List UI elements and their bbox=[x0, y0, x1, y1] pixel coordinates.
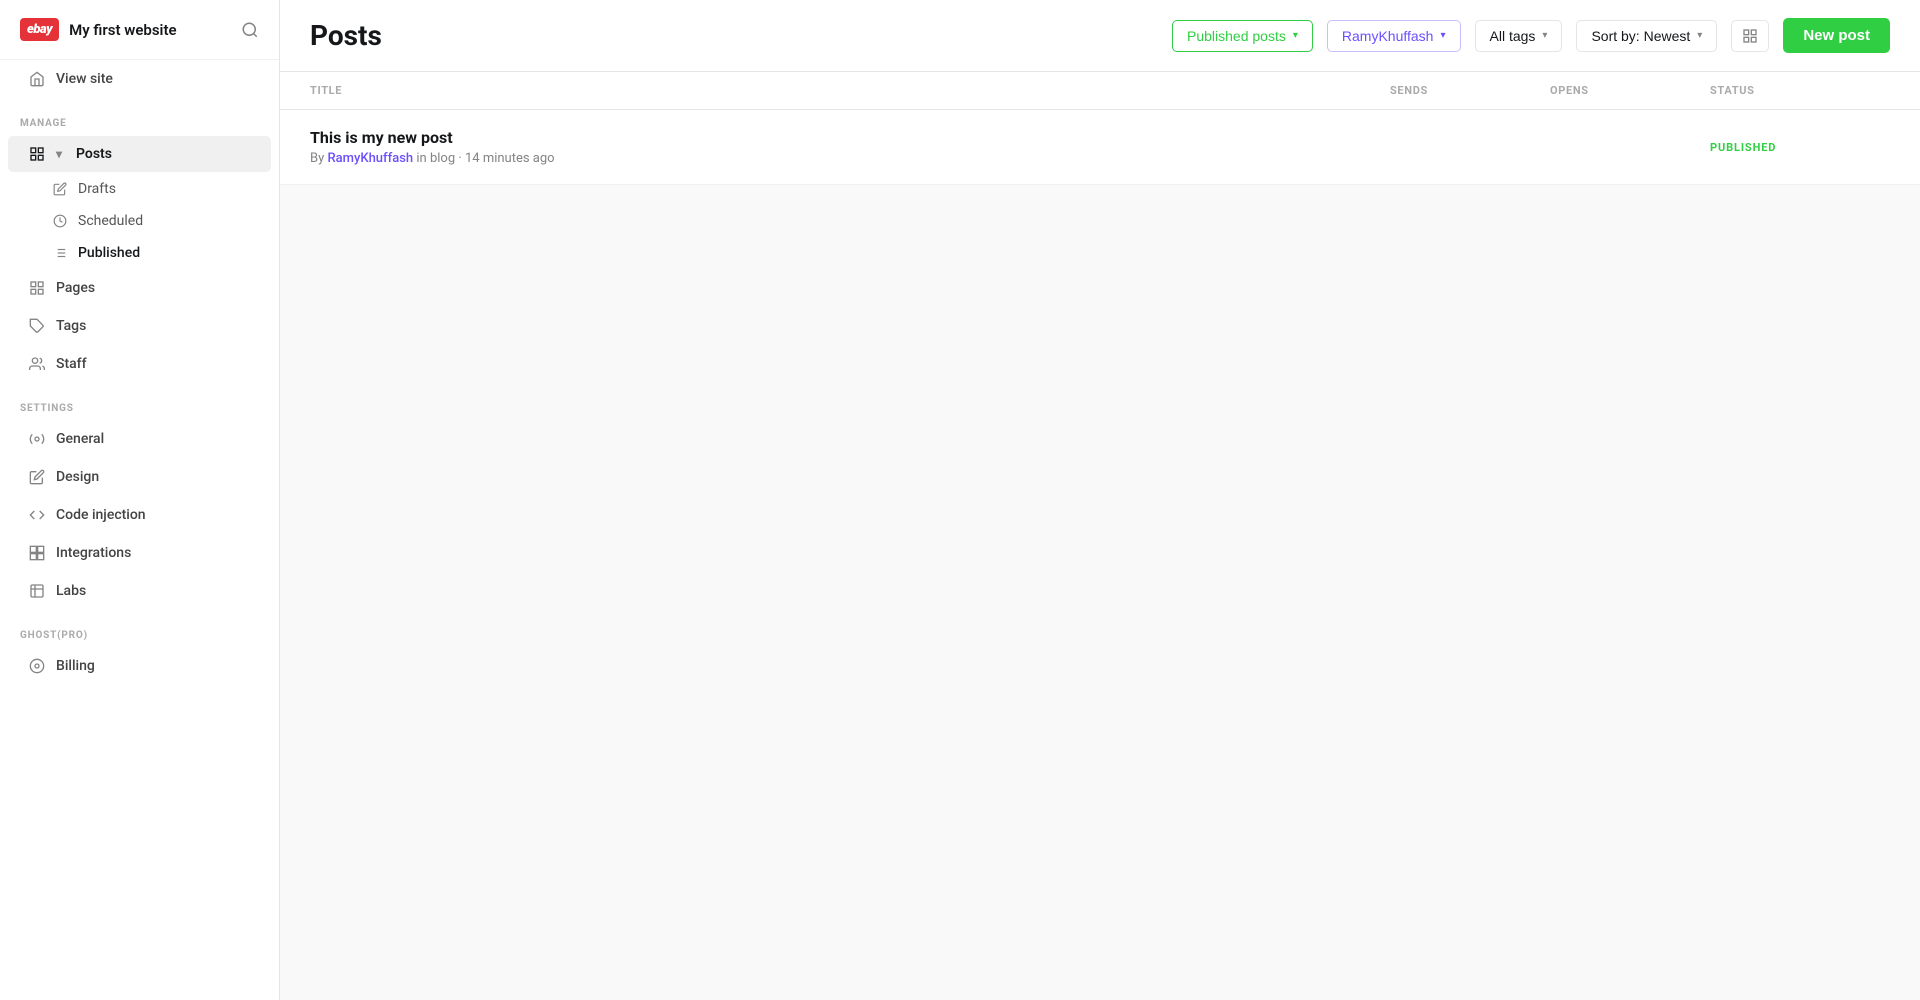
sidebar-item-label: Design bbox=[56, 469, 99, 485]
sidebar-item-label: Integrations bbox=[56, 545, 131, 561]
sidebar-item-label: Published bbox=[78, 245, 140, 261]
author-label: RamyKhuffash bbox=[1342, 28, 1434, 44]
chevron-down-icon: ▾ bbox=[1293, 30, 1298, 41]
post-info: This is my new post By RamyKhuffash in b… bbox=[310, 128, 1390, 166]
status-badge: PUBLISHED bbox=[1710, 141, 1890, 154]
manage-section-label: MANAGE bbox=[0, 98, 279, 135]
design-icon bbox=[28, 468, 46, 486]
published-icon bbox=[52, 245, 68, 261]
published-posts-filter[interactable]: Published posts ▾ bbox=[1172, 20, 1313, 52]
post-time: 14 minutes ago bbox=[465, 151, 555, 166]
sidebar-item-published[interactable]: Published bbox=[8, 238, 271, 268]
view-toggle-button[interactable] bbox=[1731, 20, 1769, 52]
pages-icon bbox=[28, 279, 46, 297]
chevron-down-icon: ▾ bbox=[1697, 30, 1702, 41]
sort-label: Sort by: Newest bbox=[1591, 28, 1690, 44]
sidebar-item-view-site[interactable]: View site bbox=[8, 61, 271, 97]
table-row[interactable]: This is my new post By RamyKhuffash in b… bbox=[280, 110, 1920, 185]
sidebar-item-scheduled[interactable]: Scheduled bbox=[8, 206, 271, 236]
page-title: Posts bbox=[310, 19, 1158, 52]
tags-label: All tags bbox=[1490, 28, 1536, 44]
search-button[interactable] bbox=[241, 21, 259, 39]
post-category: blog bbox=[430, 151, 455, 166]
col-opens: OPENS bbox=[1550, 84, 1710, 97]
sidebar-item-integrations[interactable]: Integrations bbox=[8, 535, 271, 571]
sidebar-item-posts[interactable]: ▾ Posts bbox=[8, 136, 271, 172]
col-sends: SENDS bbox=[1390, 84, 1550, 97]
sidebar-item-pages[interactable]: Pages bbox=[8, 270, 271, 306]
sidebar-item-label: View site bbox=[56, 71, 113, 87]
sidebar-item-label: Billing bbox=[56, 658, 95, 674]
integrations-icon bbox=[28, 544, 46, 562]
home-icon bbox=[28, 70, 46, 88]
post-title: This is my new post bbox=[310, 128, 1390, 147]
posts-icon bbox=[28, 145, 46, 163]
brand-header: ebay My first website bbox=[0, 0, 279, 60]
general-icon bbox=[28, 430, 46, 448]
posts-table: TITLE SENDS OPENS STATUS This is my new … bbox=[280, 72, 1920, 1000]
sidebar-item-label: General bbox=[56, 431, 104, 447]
sidebar-item-label: Drafts bbox=[78, 181, 116, 197]
site-name: My first website bbox=[69, 21, 176, 39]
new-post-button[interactable]: New post bbox=[1783, 18, 1890, 53]
scheduled-icon bbox=[52, 213, 68, 229]
chevron-down-icon: ▾ bbox=[1542, 30, 1547, 41]
sidebar-item-label: Labs bbox=[56, 583, 86, 599]
sidebar-item-drafts[interactable]: Drafts bbox=[8, 174, 271, 204]
labs-icon bbox=[28, 582, 46, 600]
table-header: TITLE SENDS OPENS STATUS bbox=[280, 72, 1920, 110]
post-meta: By RamyKhuffash in blog · 14 minutes ago bbox=[310, 151, 1390, 166]
main-header: Posts Published posts ▾ RamyKhuffash ▾ A… bbox=[280, 0, 1920, 72]
tags-icon bbox=[28, 317, 46, 335]
sidebar-item-label: Tags bbox=[56, 318, 86, 334]
main-content: Posts Published posts ▾ RamyKhuffash ▾ A… bbox=[280, 0, 1920, 1000]
col-status: STATUS bbox=[1710, 84, 1890, 97]
code-injection-icon bbox=[28, 506, 46, 524]
sidebar-item-general[interactable]: General bbox=[8, 421, 271, 457]
post-author[interactable]: RamyKhuffash bbox=[327, 151, 413, 166]
drafts-icon bbox=[52, 181, 68, 197]
sidebar-item-staff[interactable]: Staff bbox=[8, 346, 271, 382]
chevron-down-icon: ▾ bbox=[1440, 30, 1445, 41]
sort-filter[interactable]: Sort by: Newest ▾ bbox=[1576, 20, 1717, 52]
sidebar-item-label: Staff bbox=[56, 356, 87, 372]
billing-icon bbox=[28, 657, 46, 675]
sidebar-item-tags[interactable]: Tags bbox=[8, 308, 271, 344]
sidebar-item-label: Pages bbox=[56, 280, 95, 296]
sidebar-item-label: Code injection bbox=[56, 507, 146, 523]
ghost-pro-section-label: GHOST(PRO) bbox=[0, 610, 279, 647]
settings-section-label: SETTINGS bbox=[0, 383, 279, 420]
tags-filter[interactable]: All tags ▾ bbox=[1475, 20, 1563, 52]
col-title: TITLE bbox=[310, 84, 1390, 97]
sidebar-item-label: Posts bbox=[76, 146, 112, 162]
sidebar-item-billing[interactable]: Billing bbox=[8, 648, 271, 684]
sidebar: ebay My first website View site MANAGE ▾… bbox=[0, 0, 280, 1000]
sidebar-item-code-injection[interactable]: Code injection bbox=[8, 497, 271, 533]
sidebar-item-labs[interactable]: Labs bbox=[8, 573, 271, 609]
sidebar-item-label: Scheduled bbox=[78, 213, 143, 229]
ebay-logo: ebay bbox=[20, 18, 59, 41]
sidebar-item-design[interactable]: Design bbox=[8, 459, 271, 495]
published-posts-label: Published posts bbox=[1187, 28, 1286, 44]
posts-expand-icon: ▾ bbox=[56, 147, 62, 161]
author-filter[interactable]: RamyKhuffash ▾ bbox=[1327, 20, 1461, 52]
staff-icon bbox=[28, 355, 46, 373]
